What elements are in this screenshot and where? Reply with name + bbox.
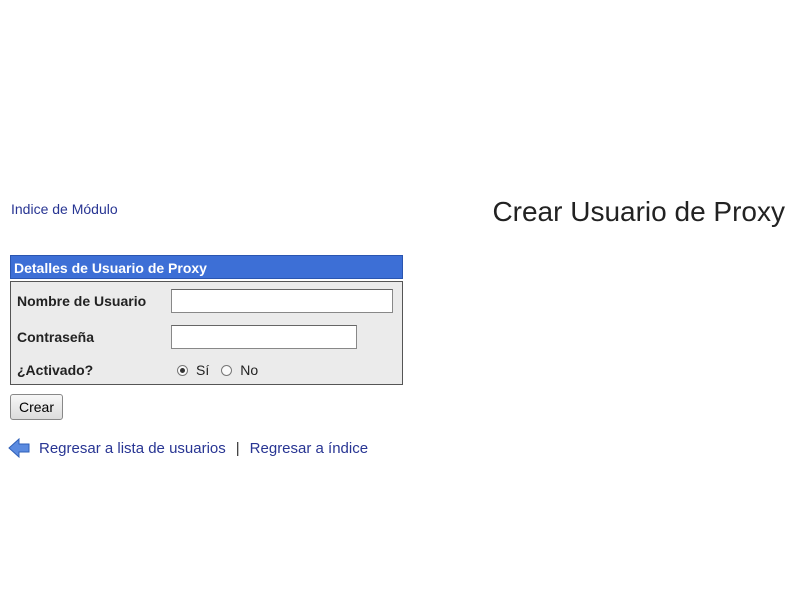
link-separator: | xyxy=(235,439,240,457)
back-to-index-link[interactable]: Regresar a índice xyxy=(250,440,368,457)
username-input[interactable] xyxy=(171,289,393,313)
activated-no-label[interactable]: No xyxy=(240,362,258,378)
module-index-link[interactable]: Indice de Módulo xyxy=(11,201,118,217)
back-to-users-link[interactable]: Regresar a lista de usuarios xyxy=(39,440,226,457)
password-input[interactable] xyxy=(171,325,357,349)
username-label: Nombre de Usuario xyxy=(17,293,147,309)
left-arrow-icon[interactable] xyxy=(8,438,30,458)
page-title: Crear Usuario de Proxy xyxy=(492,196,785,227)
page: Indice de Módulo Crear Usuario de Proxy … xyxy=(0,0,800,600)
password-label: Contraseña xyxy=(17,329,95,345)
create-button[interactable]: Crear xyxy=(10,394,64,420)
panel-body: Nombre de Usuario Contraseña ¿Activado? … xyxy=(10,281,403,385)
activated-label: ¿Activado? xyxy=(17,362,94,378)
proxy-user-details-panel: Detalles de Usuario de Proxy Nombre de U… xyxy=(10,255,403,385)
activated-no-radio[interactable] xyxy=(221,364,233,376)
back-links: Regresar a lista de usuarios | Regresar … xyxy=(8,438,368,458)
activated-yes-label[interactable]: Sí xyxy=(196,362,209,378)
activated-yes-radio[interactable] xyxy=(177,364,188,376)
activated-radio-group: Sí No xyxy=(177,362,270,378)
panel-header: Detalles de Usuario de Proxy xyxy=(10,255,403,279)
